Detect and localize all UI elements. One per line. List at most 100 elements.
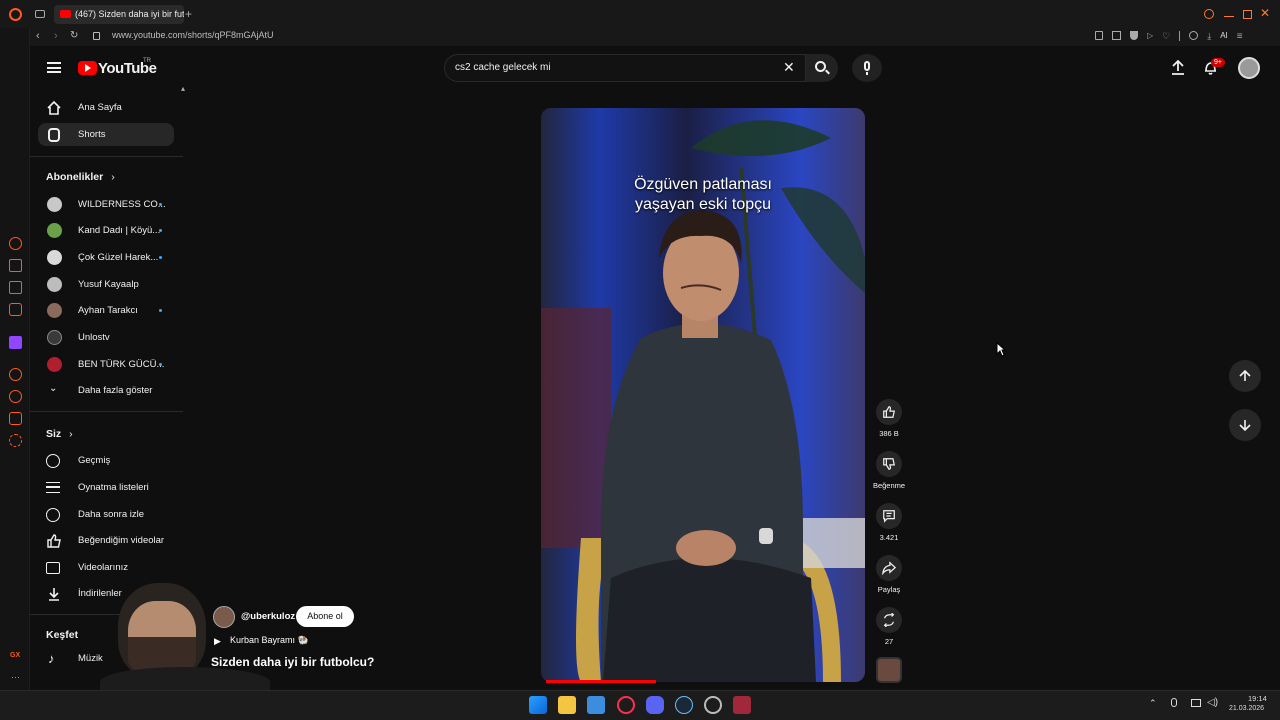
pin-icon[interactable] [1095,31,1103,40]
new-content-dot [159,229,162,232]
subscription-item[interactable]: Ayhan Tarakcı [38,299,174,322]
clear-search-icon[interactable]: ✕ [783,59,795,76]
clock-date[interactable]: 21.03.2026 [1229,705,1264,712]
steam-icon[interactable] [675,696,693,714]
next-short-button[interactable] [1229,409,1261,441]
clock-icon [46,507,60,522]
volume-tray-icon[interactable]: ◁) [1207,697,1218,708]
sidebar-item-liked[interactable]: Beğendiğim videolar [38,529,174,552]
chevron-down-icon: ⌄ [49,382,58,394]
reload-icon[interactable]: ↻ [70,30,78,41]
microphone-tray-icon[interactable] [1171,698,1177,707]
history-rail-icon[interactable] [9,390,22,403]
clock-time[interactable]: 19:14 [1248,694,1267,703]
search-button[interactable] [806,54,838,82]
song-play-icon[interactable]: ▶ [214,636,221,647]
url-field[interactable]: www.youtube.com/shorts/qPF8mGAjAtU [112,30,274,40]
sidebar-item-shorts[interactable]: Shorts [38,123,174,146]
channel-handle[interactable]: @uberkuloz [241,611,295,622]
like-action[interactable]: 386 B [876,399,902,438]
sidebar-item-history[interactable]: Geçmiş [38,449,174,472]
comments-action[interactable]: 3.421 [876,503,902,542]
active-app-icon[interactable] [733,696,751,714]
remix-action[interactable]: 27 [876,607,902,646]
youtube-logo-icon[interactable] [78,61,97,75]
player-icon[interactable] [9,368,22,381]
chevron-right-icon: › [69,428,73,440]
new-content-dot [159,309,162,312]
file-explorer-icon[interactable] [558,696,576,714]
channel-avatar [47,303,62,318]
gx-icon[interactable]: GX [10,652,20,659]
like-button[interactable] [876,399,902,425]
subscriptions-heading[interactable]: Abonelikler › [46,171,115,183]
extensions-rail-icon[interactable] [9,412,22,425]
subscription-item[interactable]: WILDERNESS CO... [38,193,174,216]
search-input[interactable]: cs2 cache gelecek mi [455,62,551,73]
new-content-dot [159,363,162,366]
extension-icon[interactable] [9,259,22,272]
new-tab-button[interactable]: + [185,7,192,21]
opera-logo-icon[interactable] [9,8,22,21]
remix-button[interactable] [876,607,902,633]
chrome-icon[interactable] [704,696,722,714]
sidebar-item-home[interactable]: Ana Sayfa [38,96,174,119]
arrow-up-icon [1239,370,1251,381]
search-tabs-icon[interactable] [1204,9,1214,19]
sidebar-item-playlists[interactable]: Oynatma listeleri [38,476,174,499]
edit-icon[interactable] [9,281,22,294]
maximize-button[interactable] [1243,10,1252,19]
active-browser-tab[interactable]: (467) Sizden daha iyi bir futbolcu? [54,5,184,24]
workspaces-icon[interactable] [35,10,45,18]
messenger-icon[interactable] [9,303,22,316]
close-window-button[interactable]: ✕ [1260,6,1270,20]
show-more-button[interactable]: ⌄ Daha fazla göster [38,379,174,402]
channel-avatar [47,330,62,345]
subscription-item[interactable]: BEN TÜRK GÜCÜ... [38,353,174,376]
photos-icon[interactable] [587,696,605,714]
hamburger-menu-icon[interactable] [47,62,61,73]
ai-icon[interactable]: AI [1220,31,1228,42]
subscription-item[interactable]: Yusuf Kayaalp [38,273,174,296]
account-avatar[interactable] [1238,57,1260,79]
dislike-button[interactable] [876,451,902,477]
sidebar-collapse-icon[interactable]: ▴ [181,84,185,93]
sound-thumbnail[interactable] [876,657,902,683]
voice-search-button[interactable] [852,54,882,82]
aria-icon[interactable] [9,237,22,250]
channel-avatar[interactable] [213,606,235,628]
profile-icon[interactable] [1189,31,1199,40]
video-progress-bar[interactable] [546,680,656,683]
display-tray-icon[interactable] [1191,699,1201,707]
tray-chevron-icon[interactable]: ⌃ [1149,698,1157,709]
subscription-item[interactable]: Kand Dadı | Köyü... [38,219,174,242]
subscription-item[interactable]: Unlostv [38,326,174,349]
heart-icon[interactable]: ♡ [1162,31,1170,42]
back-icon[interactable]: ‹ [36,30,40,42]
previous-short-button[interactable] [1229,360,1261,392]
upload-icon[interactable] [1171,60,1185,75]
shield-icon[interactable] [1130,31,1138,40]
minimize-button[interactable] [1224,16,1234,17]
start-button-icon[interactable] [529,696,547,714]
subscribe-button[interactable]: Abone ol [296,606,354,627]
share-button[interactable] [876,555,902,581]
browser-toolbar-icons[interactable]: ▷ ♡ ⤓ AI ≡ [1095,31,1243,42]
twitch-icon[interactable] [9,336,22,349]
you-heading[interactable]: Siz › [46,428,73,440]
snapshot-icon[interactable] [1112,31,1121,40]
play-icon[interactable]: ▷ [1147,31,1153,42]
sidebar-item-watch-later[interactable]: Daha sonra izle [38,503,174,526]
song-title[interactable]: Kurban Bayramı 🐏 [230,635,309,646]
dislike-action[interactable]: Beğenme [873,451,905,490]
discord-icon[interactable] [646,696,664,714]
settings-rail-icon[interactable] [9,434,22,447]
menu-icon[interactable]: ≡ [1237,31,1243,42]
download-icon[interactable]: ⤓ [1207,31,1211,42]
opera-gx-taskbar-icon[interactable] [617,696,635,714]
comments-button[interactable] [876,503,902,529]
subscription-item[interactable]: Çok Güzel Harek... [38,246,174,269]
more-rail-icon[interactable]: ··· [11,672,20,682]
share-action[interactable]: Paylaş [876,555,902,594]
forward-icon[interactable]: › [54,30,58,42]
